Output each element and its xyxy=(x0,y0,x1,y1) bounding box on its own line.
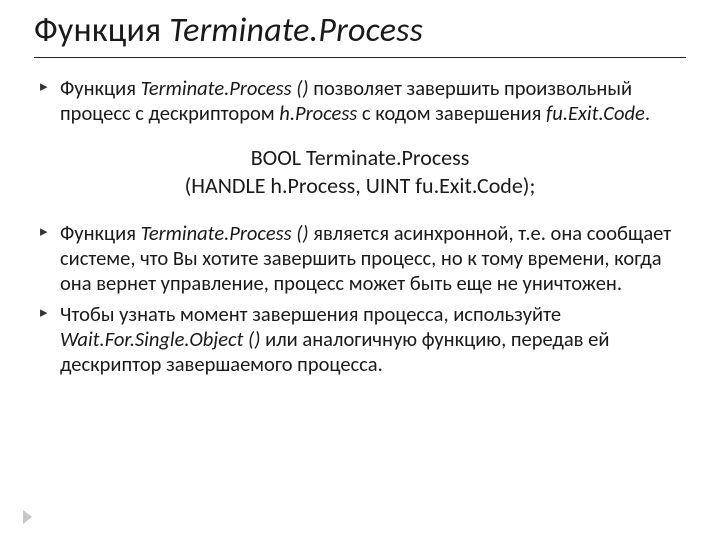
slide-title: Функция Terminate.Process xyxy=(34,10,686,51)
text-run: с кодом завершения xyxy=(357,100,546,126)
text-run-italic: Terminate.Process () xyxy=(141,220,309,246)
text-run: . xyxy=(645,100,650,126)
list-item: Функция Terminate.Process () позволяет з… xyxy=(40,76,686,126)
bullet-list-2: Функция Terminate.Process () является ас… xyxy=(34,221,686,377)
text-run: Чтобы узнать момент завершения процесса,… xyxy=(60,301,561,327)
title-func-name: Terminate.Process xyxy=(169,10,423,51)
text-run-italic: fu.Exit.Code xyxy=(546,100,645,126)
list-item: Функция Terminate.Process () является ас… xyxy=(40,221,686,296)
title-prefix: Функция xyxy=(34,10,169,51)
text-run-italic: Terminate.Process () xyxy=(141,75,309,101)
list-item: Чтобы узнать момент завершения процесса,… xyxy=(40,302,686,377)
text-run-italic: Wait.For.Single.Object () xyxy=(60,326,261,352)
chevron-right-icon xyxy=(23,510,32,524)
text-run-italic: h.Process xyxy=(279,100,357,126)
text-run: Функция xyxy=(60,75,141,101)
title-block: Функция Terminate.Process xyxy=(34,10,686,58)
code-line: BOOL Terminate.Process xyxy=(34,144,686,172)
slide: Функция Terminate.Process Функция Termin… xyxy=(0,0,720,540)
code-block: BOOL Terminate.Process (HANDLE h.Process… xyxy=(34,144,686,199)
code-line: (HANDLE h.Process, UINT fu.Exit.Code); xyxy=(34,172,686,200)
text-run: Функция xyxy=(60,220,141,246)
bullet-list-1: Функция Terminate.Process () позволяет з… xyxy=(34,76,686,126)
